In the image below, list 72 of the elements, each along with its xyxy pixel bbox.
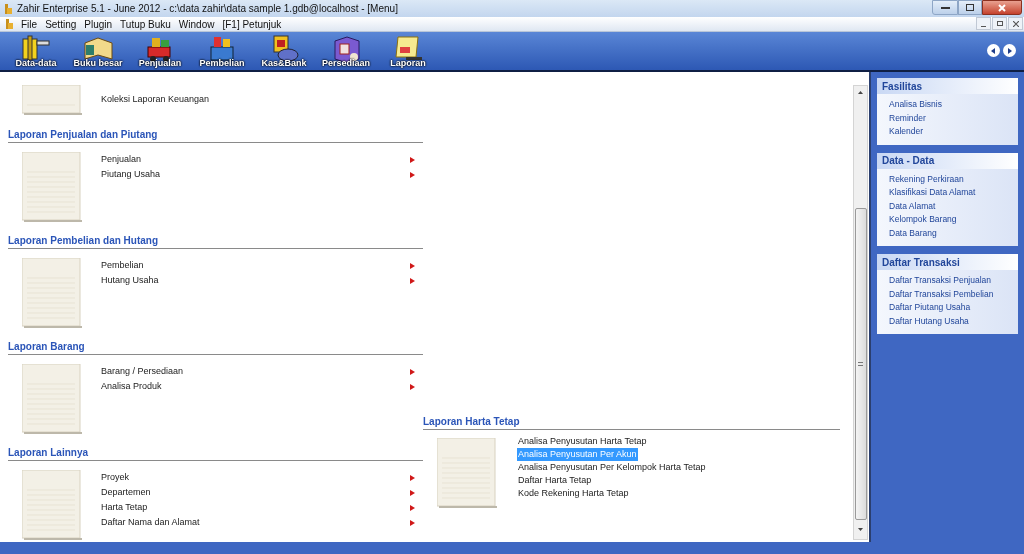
section-heading: Laporan Lainnya — [8, 446, 88, 459]
report-link[interactable]: Pembelian — [100, 258, 145, 273]
app-icon — [3, 2, 13, 15]
report-link[interactable]: Daftar Nama dan Alamat — [100, 515, 201, 530]
panel-heading: Data - Data — [877, 152, 1018, 169]
toolbar-button[interactable]: Persediaan — [318, 32, 374, 70]
minimize-button[interactable] — [976, 17, 991, 30]
report-link[interactable]: Proyek — [100, 470, 130, 485]
sidebar-link[interactable]: Klasifikasi Data Alamat — [889, 186, 976, 200]
sidebar-link[interactable]: Daftar Hutang Usaha — [889, 314, 969, 328]
section-heading: Laporan Harta Tetap — [423, 415, 520, 428]
report-link[interactable]: Analisa Penyusutan Per Kelompok Harta Tetap — [517, 460, 707, 475]
document-icon — [22, 85, 82, 115]
app-icon — [4, 18, 14, 30]
right-arrow-icon — [1007, 47, 1012, 54]
document-icon — [22, 258, 82, 328]
report-link[interactable]: Analisa Produk — [100, 379, 163, 394]
section-heading: Laporan Penjualan dan Piutang — [8, 128, 158, 141]
report-link[interactable]: Piutang Usaha — [100, 167, 162, 182]
left-arrow-icon — [991, 47, 996, 54]
toolbar-button[interactable]: Pembelian — [194, 32, 250, 70]
document-icon — [22, 470, 82, 540]
window-title: Zahir Enterprise 5.1 - June 2012 - c:\data zahir\data sample 1.gdb@localhost - [Menu] — [17, 2, 398, 16]
sidebar-link[interactable]: Data Alamat — [889, 199, 936, 213]
menu-item[interactable]: Setting — [41, 16, 81, 32]
menu-item[interactable]: File — [17, 16, 42, 32]
report-link[interactable]: Daftar Harta Tetap — [517, 473, 593, 488]
toolbar-button[interactable]: Kas&Bank — [256, 32, 312, 70]
menu-item[interactable]: Tutup Buku — [116, 16, 175, 32]
report-link[interactable]: Departemen — [100, 485, 152, 500]
next-button[interactable] — [1003, 44, 1016, 57]
sidebar-link[interactable]: Daftar Transaksi Pembelian — [889, 287, 994, 301]
report-link[interactable]: Penjualan — [100, 152, 143, 167]
document-icon — [22, 364, 82, 434]
menu-item[interactable]: Window — [174, 16, 219, 32]
toolbar-button[interactable]: Penjualan — [132, 32, 188, 70]
sidebar-link[interactable]: Daftar Piutang Usaha — [889, 301, 971, 315]
sidebar-link[interactable]: Rekening Perkiraan — [889, 172, 964, 186]
report-link[interactable]: Barang / Persediaan — [100, 364, 185, 379]
scrollbar[interactable] — [853, 85, 868, 540]
report-link[interactable]: Harta Tetap — [100, 500, 149, 515]
toolbar-button[interactable]: Laporan — [380, 32, 436, 70]
menu-item[interactable]: [F1] Petunjuk — [218, 16, 286, 32]
document-icon — [437, 438, 497, 508]
close-icon — [998, 3, 1006, 12]
sidebar-link[interactable]: Analisa Bisnis — [889, 98, 942, 112]
previous-button[interactable] — [987, 44, 1000, 57]
section-heading: Laporan Barang — [8, 340, 85, 353]
document-icon — [22, 152, 82, 222]
section-heading: Laporan Pembelian dan Hutang — [8, 234, 159, 247]
sidebar-link[interactable]: Data Barang — [889, 226, 937, 240]
toolbar-button[interactable]: Data-data — [8, 32, 64, 70]
close-icon — [1012, 20, 1019, 27]
report-link[interactable]: Koleksi Laporan Keuangan — [100, 93, 211, 107]
panel-heading: Daftar Transaksi — [877, 254, 1018, 270]
scrollbar-thumb[interactable] — [854, 208, 867, 520]
sidebar-link[interactable]: Daftar Transaksi Penjualan — [889, 274, 992, 288]
menu-item[interactable]: Plugin — [80, 16, 117, 32]
sidebar-link[interactable]: Kelompok Barang — [889, 213, 957, 227]
report-link[interactable]: Kode Rekening Harta Tetap — [517, 486, 630, 501]
report-link[interactable]: Analisa Penyusutan Harta Tetap — [517, 434, 648, 449]
restore-button[interactable] — [992, 17, 1007, 30]
sidebar-link[interactable]: Reminder — [889, 111, 926, 125]
report-link[interactable]: Hutang Usaha — [100, 273, 160, 288]
toolbar-button[interactable]: Buku besar — [70, 32, 126, 70]
scroll-down-icon[interactable] — [858, 528, 863, 531]
sidebar-link[interactable]: Kalender — [889, 125, 924, 139]
close-button[interactable] — [982, 0, 1022, 15]
minimize-button[interactable] — [932, 0, 958, 15]
scroll-up-icon[interactable] — [858, 91, 863, 94]
panel-heading: Fasilitas — [877, 78, 1018, 94]
maximize-button[interactable] — [958, 0, 982, 15]
